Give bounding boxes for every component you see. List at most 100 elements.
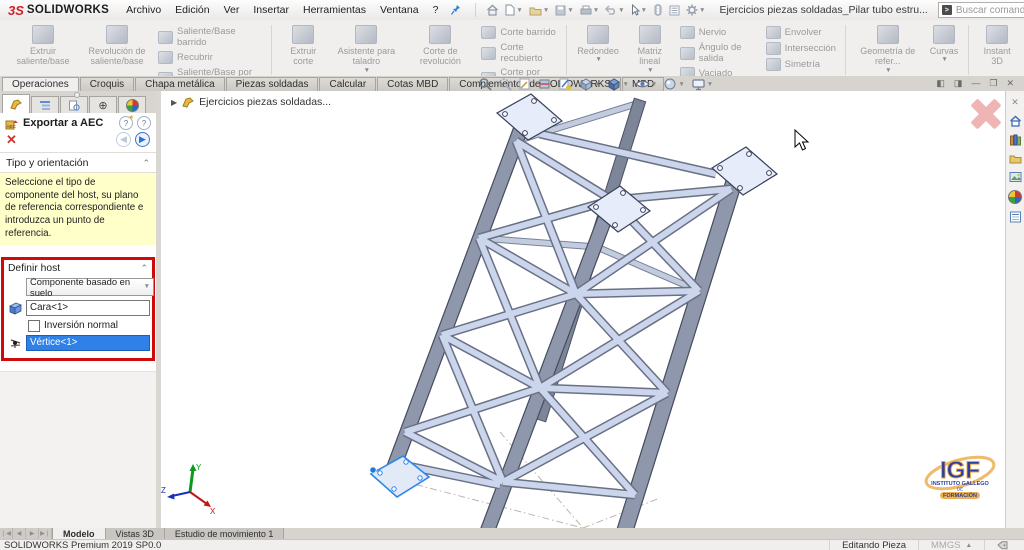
ribbon-revolucion-saliente-button[interactable]: Revolución de saliente/base: [80, 22, 154, 78]
confirmation-corner-cancel-icon[interactable]: [970, 98, 1001, 129]
edit-appearance-icon[interactable]: ▼: [663, 77, 685, 91]
options-caret-icon[interactable]: ▼: [699, 7, 705, 14]
ribbon-instant3d-button[interactable]: Instant 3D: [974, 22, 1020, 78]
tab-piezas-soldadas[interactable]: Piezas soldadas: [225, 77, 319, 91]
new-document-button[interactable]: ▼: [503, 3, 524, 17]
tab-scroll-prev-icon[interactable]: ◀: [13, 528, 26, 539]
pattern-caret-icon[interactable]: ▼: [647, 67, 653, 74]
menu-ver[interactable]: Ver: [217, 2, 247, 18]
doc-minimize-icon[interactable]: —: [971, 78, 980, 89]
help-circle-icon[interactable]: ?: [137, 116, 151, 130]
selected-vertex-point[interactable]: [369, 466, 377, 474]
doc-restore-icon[interactable]: ❐: [989, 78, 997, 89]
options-gear-button[interactable]: ▼: [684, 3, 707, 17]
hide-show-items-icon[interactable]: ▼: [634, 78, 657, 90]
print-caret-icon[interactable]: ▼: [593, 7, 599, 14]
annotation-view-icon[interactable]: [558, 77, 572, 91]
next-page-button[interactable]: ▶: [135, 132, 150, 147]
whats-new-help-icon[interactable]: ? ★: [119, 115, 134, 130]
ribbon-asistente-taladro-button[interactable]: Asistente para taladro ▼: [329, 22, 403, 78]
undo-button[interactable]: ▼: [603, 4, 626, 17]
menu-insertar[interactable]: Insertar: [246, 2, 296, 18]
pin-menu-icon[interactable]: [451, 4, 461, 16]
save-caret-icon[interactable]: ▼: [567, 7, 573, 14]
display-style-caret-icon[interactable]: ▼: [622, 81, 628, 88]
menu-herramientas[interactable]: Herramientas: [296, 2, 373, 18]
new-document-caret-icon[interactable]: ▼: [516, 7, 522, 14]
solidworks-resources-icon[interactable]: [1009, 115, 1022, 127]
tab-scroll-last-icon[interactable]: ▶❘: [39, 528, 52, 539]
doc-tab-vistas-3d[interactable]: Vistas 3D: [105, 528, 165, 539]
unit-system-selector[interactable]: MMGS ▲: [918, 540, 984, 550]
fillet-caret-icon[interactable]: ▼: [595, 56, 601, 63]
invert-normal-checkbox[interactable]: [28, 319, 40, 332]
curves-caret-icon[interactable]: ▼: [941, 56, 947, 63]
task-pane-close-icon[interactable]: ✕: [1011, 97, 1019, 108]
previous-view-icon[interactable]: [518, 77, 532, 91]
appearances-scenes-icon[interactable]: [1008, 190, 1022, 204]
zoom-fit-icon[interactable]: [478, 77, 492, 91]
ribbon-corte-recubierto-button[interactable]: Corte recubierto: [481, 42, 557, 64]
ribbon-extruir-corte-button[interactable]: Extruir corte: [277, 22, 329, 78]
ribbon-corte-barrido-button[interactable]: Corte barrido: [481, 26, 557, 39]
select-button[interactable]: ▼: [629, 3, 649, 17]
tags-cell[interactable]: [984, 540, 1020, 550]
file-properties-button[interactable]: [667, 4, 682, 17]
tag-icon[interactable]: [997, 541, 1008, 550]
panel-splitter-handle[interactable]: [74, 92, 80, 98]
tab-dimxpert[interactable]: ⊕: [89, 96, 117, 113]
collapse-chevron-icon[interactable]: ⌃: [142, 158, 150, 169]
ribbon-extruir-saliente-button[interactable]: Extruir saliente/base: [6, 22, 80, 78]
tab-operaciones[interactable]: Operaciones: [2, 77, 79, 91]
ribbon-saliente-barrido-button[interactable]: Saliente/Base barrido: [158, 26, 262, 48]
previous-page-button[interactable]: ◀: [116, 132, 131, 147]
ribbon-nervio-button[interactable]: Nervio: [679, 26, 758, 39]
ribbon-recubrir-button[interactable]: Recubrir: [158, 51, 262, 64]
graphics-viewport[interactable]: ▶ Ejercicios piezas soldadas... Y X Z IG…: [161, 91, 1006, 528]
ribbon-geometria-referencia-button[interactable]: Geometría de refer... ▼: [851, 22, 925, 78]
tab-property-manager[interactable]: [2, 94, 30, 113]
definir-host-header[interactable]: Definir host ⌃: [6, 263, 150, 276]
custom-properties-icon[interactable]: [1009, 211, 1022, 223]
zoom-area-icon[interactable]: [498, 77, 512, 91]
ribbon-simetria-button[interactable]: Simetría: [765, 58, 836, 71]
vertex-selection-input[interactable]: Vértice<1>: [26, 334, 150, 351]
doc-tab-estudio-movimiento[interactable]: Estudio de movimiento 1: [164, 528, 285, 539]
flyout-feature-tree[interactable]: ▶ Ejercicios piezas soldadas...: [171, 96, 331, 108]
tab-chapa-metalica[interactable]: Chapa metálica: [135, 77, 225, 91]
tab-croquis[interactable]: Croquis: [79, 77, 135, 91]
face-selection-input[interactable]: Cara<1>: [26, 299, 150, 316]
rebuild-button[interactable]: [651, 3, 665, 17]
hole-wizard-caret-icon[interactable]: ▼: [364, 67, 370, 74]
expand-tree-icon[interactable]: ▶: [171, 98, 177, 107]
print-button[interactable]: ▼: [578, 4, 601, 17]
tab-display-manager[interactable]: [118, 96, 146, 113]
view-settings-icon[interactable]: ▼: [691, 78, 713, 91]
home-button[interactable]: [484, 3, 501, 17]
tab-scroll-first-icon[interactable]: ❘◀: [0, 528, 13, 539]
tab-feature-tree[interactable]: [31, 96, 59, 113]
hide-show-caret-icon[interactable]: ▼: [651, 81, 657, 88]
tab-calcular[interactable]: Calcular: [319, 77, 377, 91]
save-button[interactable]: ▼: [553, 4, 575, 17]
file-explorer-icon[interactable]: [1009, 153, 1022, 164]
collapse-chevron-icon[interactable]: ⌃: [140, 263, 148, 274]
view-orientation-icon[interactable]: ▼: [578, 77, 600, 91]
base-plate-selected[interactable]: [369, 455, 431, 498]
doc-tab-modelo[interactable]: Modelo: [52, 528, 106, 539]
tab-configurations[interactable]: [60, 96, 88, 113]
select-caret-icon[interactable]: ▼: [641, 7, 647, 14]
menu-edicion[interactable]: Edición: [168, 2, 216, 18]
command-search-box[interactable]: > Buscar comandos ▼: [937, 2, 1024, 18]
menu-ventana[interactable]: Ventana: [373, 2, 426, 18]
ribbon-angulo-salida-button[interactable]: Ángulo de salida: [679, 42, 758, 64]
model-3d-view[interactable]: Y X Z: [161, 91, 1006, 528]
ribbon-matriz-lineal-button[interactable]: Matriz lineal ▼: [624, 22, 676, 78]
doc-next-icon[interactable]: ◨: [954, 78, 963, 89]
ribbon-curvas-button[interactable]: Curvas ▼: [925, 22, 964, 78]
open-button[interactable]: ▼: [527, 4, 551, 17]
section-view-icon[interactable]: [538, 77, 552, 91]
tab-scroll-next-icon[interactable]: ▶: [26, 528, 39, 539]
undo-caret-icon[interactable]: ▼: [618, 7, 624, 14]
menu-archivo[interactable]: Archivo: [119, 2, 168, 18]
